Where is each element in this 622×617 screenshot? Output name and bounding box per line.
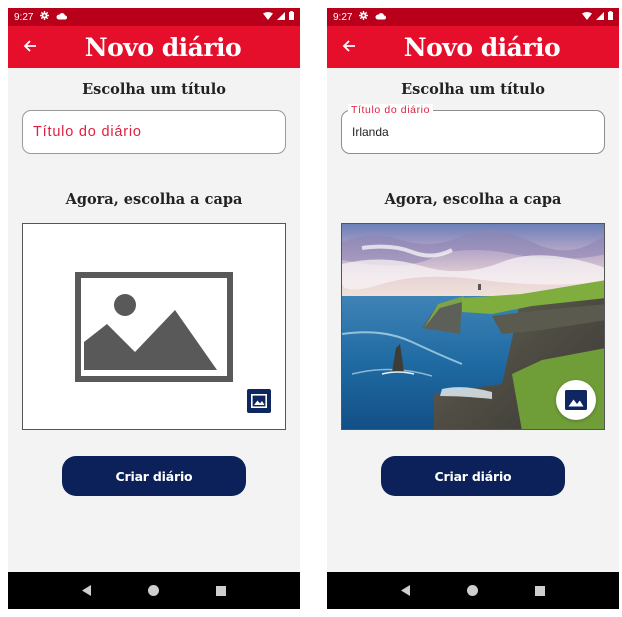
- cloud-icon: [56, 12, 68, 23]
- screen-new-diary-filled: 9:27 Novo diário Escolha um título Títul…: [327, 8, 619, 609]
- diary-title-input[interactable]: Título do diário Irlanda: [341, 104, 605, 154]
- page-title: Novo diário: [84, 32, 242, 62]
- settings-icon: [359, 11, 369, 23]
- image-icon: [565, 390, 587, 410]
- cover-image-box[interactable]: [341, 223, 605, 430]
- title-input-placeholder: Título do diário: [33, 124, 142, 140]
- status-time: 9:27: [333, 11, 353, 23]
- title-input-floating-label: Título do diário: [348, 104, 434, 116]
- nav-back-button[interactable]: [396, 581, 416, 601]
- nav-recents-button[interactable]: [211, 581, 231, 601]
- create-diary-button[interactable]: Criar diário: [381, 456, 565, 496]
- signal-icon: [277, 11, 285, 23]
- back-icon: [401, 585, 411, 596]
- diary-title-input[interactable]: Título do diário: [22, 110, 286, 154]
- home-icon: [467, 585, 479, 596]
- status-time: 9:27: [14, 11, 34, 23]
- recents-icon: [534, 585, 545, 596]
- recents-icon: [215, 585, 226, 596]
- arrow-back-icon: [23, 40, 36, 52]
- back-icon: [82, 585, 92, 596]
- android-nav-bar: [327, 572, 619, 609]
- nav-back-button[interactable]: [77, 581, 97, 601]
- settings-icon: [40, 11, 50, 23]
- back-button[interactable]: [339, 36, 359, 56]
- title-section-heading: Escolha um título: [401, 81, 545, 98]
- battery-icon: [608, 11, 613, 23]
- android-nav-bar: [8, 572, 300, 609]
- app-bar: Novo diário: [8, 26, 300, 68]
- back-button[interactable]: [20, 36, 40, 56]
- screen-new-diary-empty: 9:27 Novo diário Escolha um título Títul…: [8, 8, 300, 609]
- status-bar: 9:27: [8, 8, 300, 26]
- signal-icon: [596, 11, 604, 23]
- image-icon: [251, 394, 267, 408]
- create-diary-button[interactable]: Criar diário: [62, 456, 246, 496]
- cover-section-heading: Agora, escolha a capa: [65, 191, 243, 208]
- nav-home-button[interactable]: [463, 581, 483, 601]
- image-placeholder-icon: [75, 272, 233, 382]
- battery-icon: [289, 11, 294, 23]
- cloud-icon: [375, 12, 387, 23]
- page-title: Novo diário: [403, 32, 561, 62]
- cover-image-box[interactable]: [22, 223, 286, 430]
- status-bar: 9:27: [327, 8, 619, 26]
- nav-home-button[interactable]: [144, 581, 164, 601]
- nav-recents-button[interactable]: [530, 581, 550, 601]
- title-section-heading: Escolha um título: [82, 81, 226, 98]
- app-bar: Novo diário: [327, 26, 619, 68]
- pick-cover-button[interactable]: [556, 380, 596, 420]
- wifi-icon: [263, 11, 273, 23]
- title-input-value: Irlanda: [352, 125, 389, 139]
- home-icon: [148, 585, 160, 596]
- arrow-back-icon: [342, 40, 355, 52]
- wifi-icon: [582, 11, 592, 23]
- cover-section-heading: Agora, escolha a capa: [384, 191, 562, 208]
- pick-cover-button[interactable]: [247, 389, 271, 413]
